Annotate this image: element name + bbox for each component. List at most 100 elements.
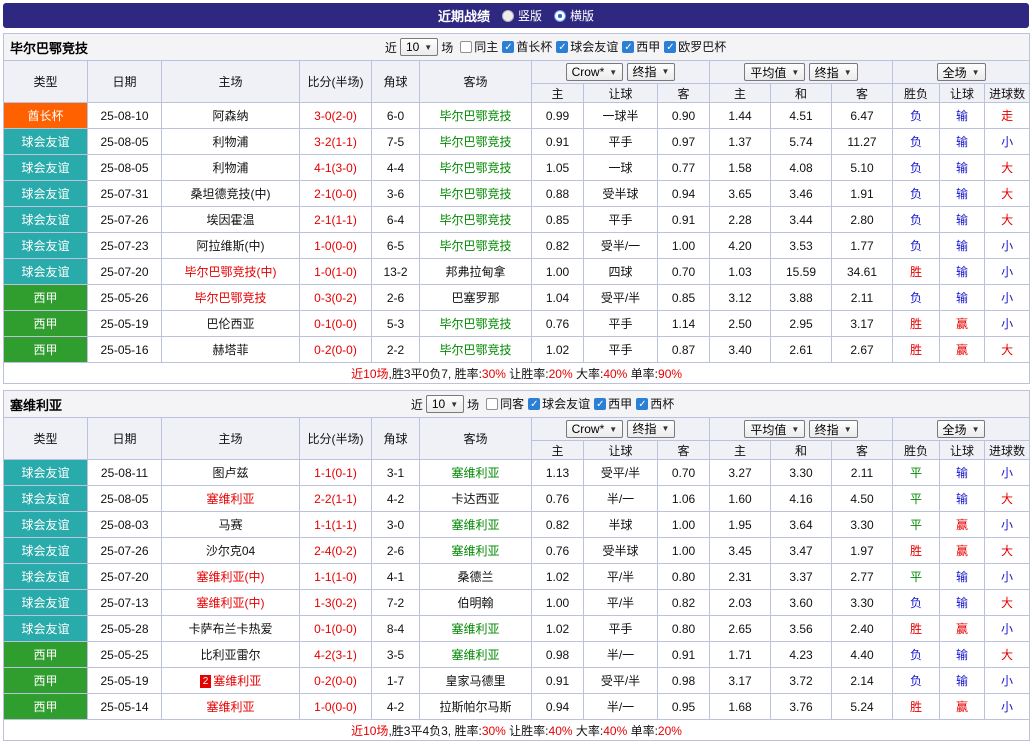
checkbox-icon[interactable] <box>460 41 472 53</box>
filter-checkbox[interactable]: 同客 <box>486 395 524 412</box>
handicap-line-cell: 半/一 <box>584 642 658 668</box>
away-team-name[interactable]: 卡达西亚 <box>451 492 499 506</box>
filter-checkbox[interactable]: 球会友谊 <box>556 38 618 55</box>
away-team-name[interactable]: 巴塞罗那 <box>451 291 499 305</box>
final-index-select[interactable]: 终指▼ <box>809 63 858 81</box>
result-handicap-cell: 输 <box>940 103 985 129</box>
home-team-name[interactable]: 利物浦 <box>212 161 248 175</box>
scope-select[interactable]: 全场▼ <box>937 63 986 81</box>
result-wdl-cell: 负 <box>893 181 940 207</box>
result-handicap-cell: 输 <box>940 486 985 512</box>
away-team-name[interactable]: 塞维利亚 <box>451 622 499 636</box>
bookmaker-select[interactable]: Crow*▼ <box>566 420 624 438</box>
league-badge: 球会友谊 <box>4 486 87 511</box>
home-team-name[interactable]: 沙尔克04 <box>206 544 255 558</box>
filter-checkbox[interactable]: 球会友谊 <box>528 395 590 412</box>
avg-draw-odds-cell: 15.59 <box>771 259 832 285</box>
home-team-name[interactable]: 阿森纳 <box>212 109 248 123</box>
away-team-name[interactable]: 塞维利亚 <box>451 518 499 532</box>
home-team-name[interactable]: 埃因霍温 <box>206 213 254 227</box>
handicap-odds-away-cell: 0.85 <box>658 285 710 311</box>
home-team-cell: 毕尔巴鄂竞技(中) <box>162 259 300 285</box>
home-team-name[interactable]: 阿拉维斯(中) <box>197 239 265 253</box>
checkbox-icon[interactable] <box>556 41 568 53</box>
score-cell: 1-0(0-0) <box>300 233 372 259</box>
filter-checkbox[interactable]: 同主 <box>460 38 498 55</box>
home-team-name[interactable]: 马赛 <box>218 518 242 532</box>
date-cell: 25-05-28 <box>88 616 162 642</box>
home-team-name[interactable]: 塞维利亚 <box>206 700 254 714</box>
home-team-name[interactable]: 赫塔菲 <box>212 343 248 357</box>
corners-cell: 13-2 <box>372 259 420 285</box>
scope-select[interactable]: 全场▼ <box>937 420 986 438</box>
match-count-select[interactable]: 10▼ <box>400 38 438 56</box>
result-goals-cell: 小 <box>985 512 1030 538</box>
away-team-name[interactable]: 毕尔巴鄂竞技 <box>439 109 511 123</box>
filter-checkbox[interactable]: 西甲 <box>622 38 660 55</box>
filter-checkbox[interactable]: 西杯 <box>636 395 674 412</box>
bookmaker-select[interactable]: Crow*▼ <box>566 63 624 81</box>
away-team-name[interactable]: 拉斯帕尔马斯 <box>439 700 511 714</box>
handicap-odds-home-cell: 0.82 <box>532 233 584 259</box>
radio-vertical-icon[interactable] <box>502 10 514 22</box>
home-team-name[interactable]: 卡萨布兰卡热爱 <box>188 622 272 636</box>
filter-checkbox[interactable]: 欧罗巴杯 <box>664 38 726 55</box>
handicap-odds-away-cell: 0.95 <box>658 694 710 720</box>
checkbox-icon[interactable] <box>594 398 606 410</box>
match-count-select[interactable]: 10▼ <box>426 395 464 413</box>
home-team-name[interactable]: 毕尔巴鄂竞技 <box>194 291 266 305</box>
avg-home-odds-cell: 2.03 <box>710 590 771 616</box>
final-index-select[interactable]: 终指▼ <box>809 420 858 438</box>
handicap-odds-away-cell: 0.70 <box>658 259 710 285</box>
final-index-select-value: 终指 <box>633 420 657 437</box>
away-team-name[interactable]: 伯明翰 <box>457 596 493 610</box>
home-team-name[interactable]: 巴伦西亚 <box>206 317 254 331</box>
checkbox-icon[interactable] <box>528 398 540 410</box>
result-handicap-cell: 输 <box>940 590 985 616</box>
filter-checkbox[interactable]: 酋长杯 <box>502 38 552 55</box>
checkbox-icon[interactable] <box>664 41 676 53</box>
home-team-name[interactable]: 塞维利亚 <box>213 674 261 688</box>
home-team-name[interactable]: 桑坦德竞技(中) <box>191 187 271 201</box>
avg-odds-select[interactable]: 平均值▼ <box>744 63 805 81</box>
checkbox-icon[interactable] <box>486 398 498 410</box>
away-team-name[interactable]: 塞维利亚 <box>451 648 499 662</box>
home-team-name[interactable]: 毕尔巴鄂竞技(中) <box>185 265 277 279</box>
final-index-select[interactable]: 终指▼ <box>627 420 676 438</box>
checkbox-icon[interactable] <box>636 398 648 410</box>
away-team-name[interactable]: 毕尔巴鄂竞技 <box>439 343 511 357</box>
away-team-name[interactable]: 邦弗拉甸拿 <box>445 265 505 279</box>
filter-bar: 近 10▼ 场 同主酋长杯球会友谊西甲欧罗巴杯 <box>385 38 726 56</box>
away-team-name[interactable]: 毕尔巴鄂竞技 <box>439 317 511 331</box>
col-score: 比分(半场) <box>300 418 372 460</box>
away-team-name[interactable]: 塞维利亚 <box>451 466 499 480</box>
home-team-name[interactable]: 图卢兹 <box>212 466 248 480</box>
away-team-name[interactable]: 毕尔巴鄂竞技 <box>439 187 511 201</box>
away-team-name[interactable]: 毕尔巴鄂竞技 <box>439 213 511 227</box>
home-team-name[interactable]: 利物浦 <box>212 135 248 149</box>
away-team-name[interactable]: 毕尔巴鄂竞技 <box>439 135 511 149</box>
home-team-name[interactable]: 塞维利亚(中) <box>197 570 265 584</box>
col-away: 客场 <box>420 418 532 460</box>
home-team-name[interactable]: 比利亚雷尔 <box>200 648 260 662</box>
handicap-line-cell: 平手 <box>584 616 658 642</box>
away-team-name[interactable]: 毕尔巴鄂竞技 <box>439 161 511 175</box>
layout-horizontal-option[interactable]: 横版 <box>554 7 594 24</box>
final-index-select[interactable]: 终指▼ <box>627 63 676 81</box>
corners-cell: 6-0 <box>372 103 420 129</box>
avg-odds-select[interactable]: 平均值▼ <box>744 420 805 438</box>
home-team-name[interactable]: 塞维利亚(中) <box>197 596 265 610</box>
avg-draw-odds-cell: 3.37 <box>771 564 832 590</box>
avg-draw-odds-cell: 3.76 <box>771 694 832 720</box>
home-team-name[interactable]: 塞维利亚 <box>206 492 254 506</box>
away-team-name[interactable]: 桑德兰 <box>457 570 493 584</box>
radio-horizontal-icon[interactable] <box>554 10 566 22</box>
layout-vertical-option[interactable]: 竖版 <box>502 7 542 24</box>
page-title: 近期战绩 <box>438 6 490 25</box>
checkbox-icon[interactable] <box>502 41 514 53</box>
filter-checkbox[interactable]: 西甲 <box>594 395 632 412</box>
away-team-name[interactable]: 皇家马德里 <box>445 674 505 688</box>
away-team-name[interactable]: 毕尔巴鄂竞技 <box>439 239 511 253</box>
away-team-name[interactable]: 塞维利亚 <box>451 544 499 558</box>
checkbox-icon[interactable] <box>622 41 634 53</box>
